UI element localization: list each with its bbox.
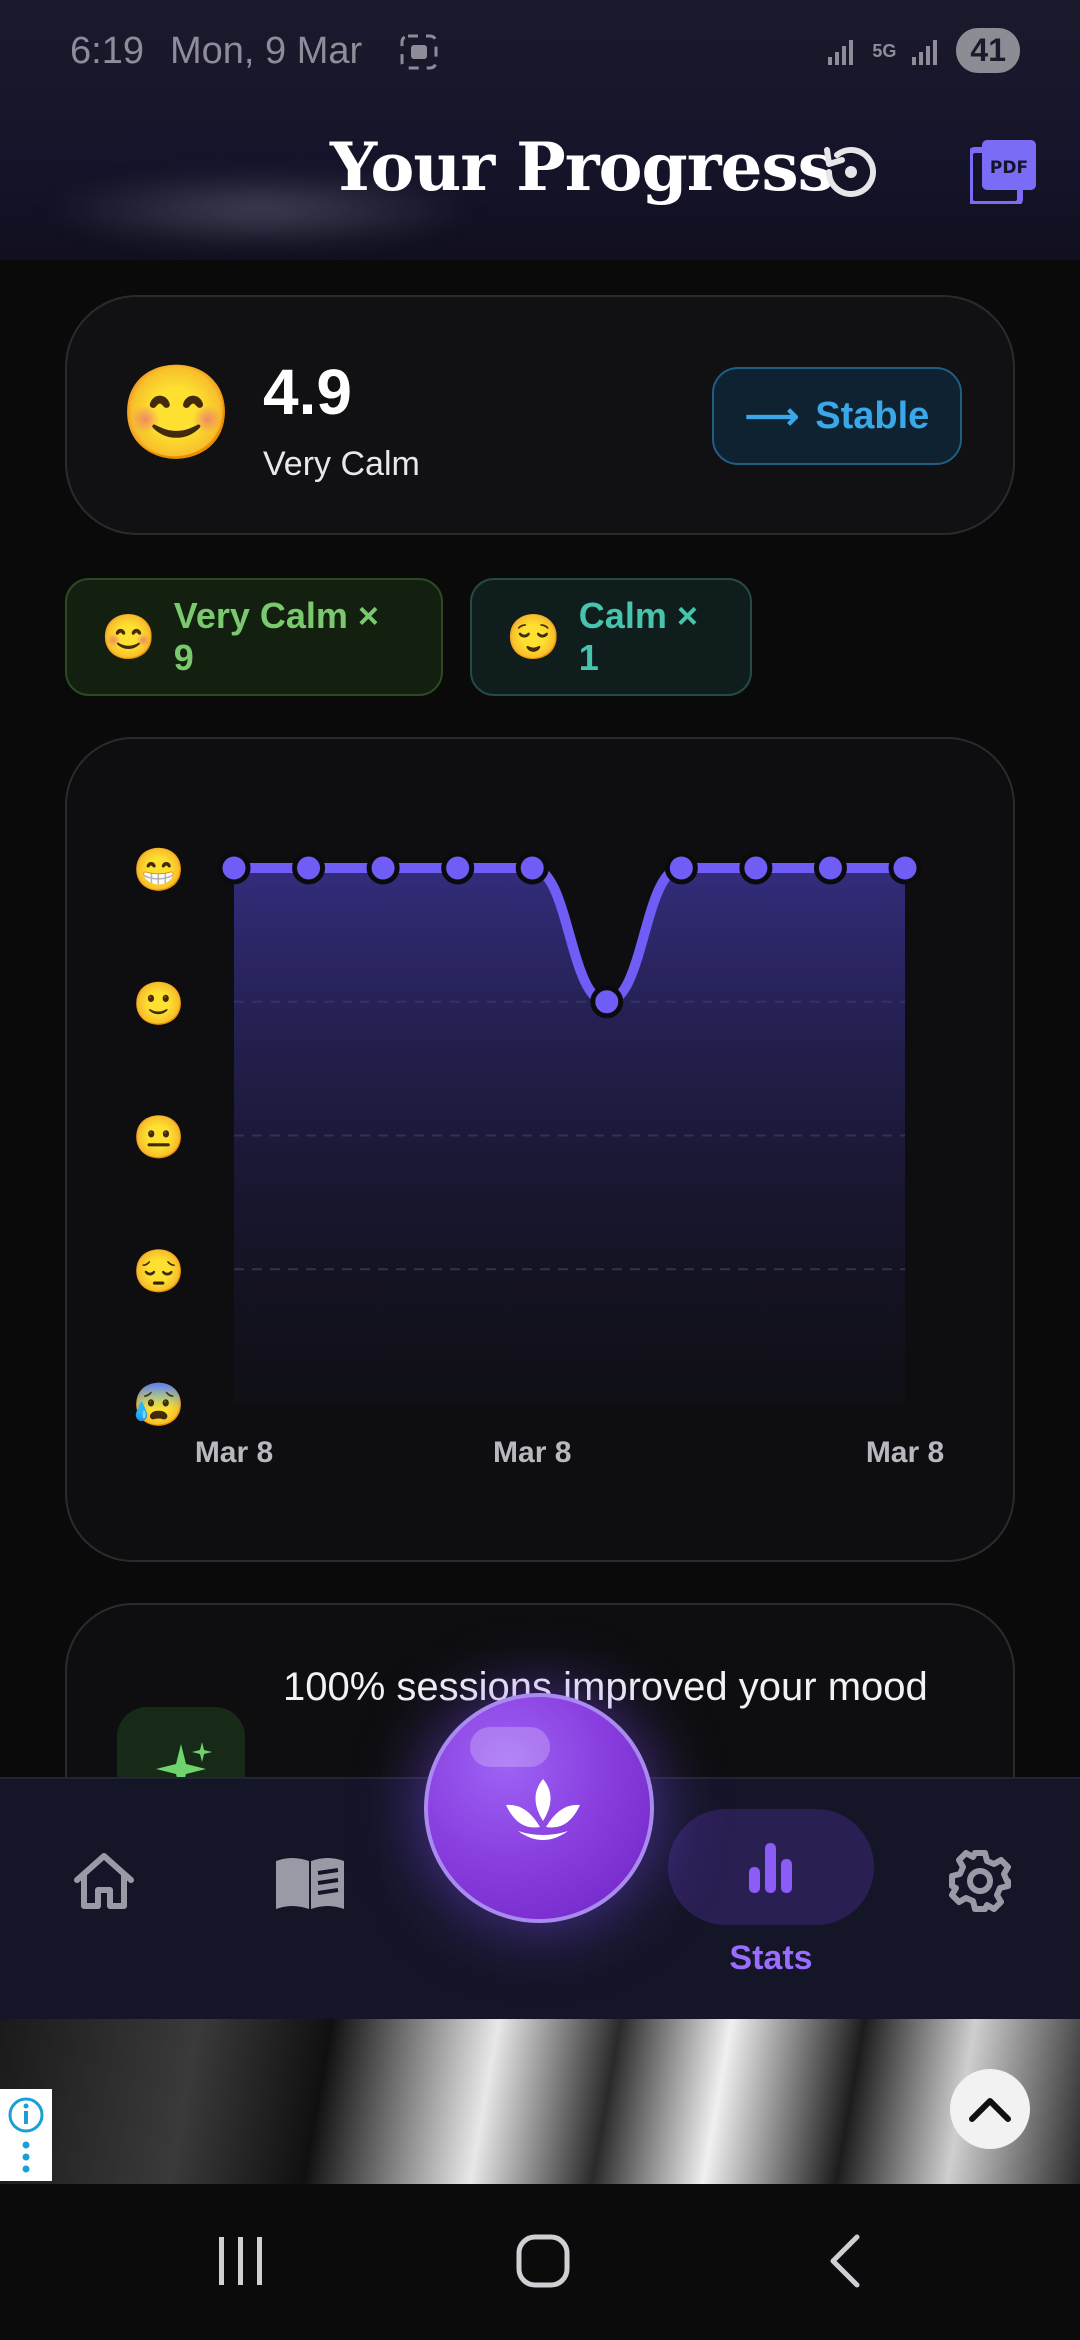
pdf-label: PDF bbox=[990, 158, 1028, 178]
status-time: 6:19 bbox=[70, 30, 144, 72]
gear-icon[interactable] bbox=[938, 1839, 1022, 1923]
average-score: 4.9 bbox=[263, 356, 352, 428]
data-point[interactable] bbox=[292, 851, 326, 885]
home-nav-icon[interactable] bbox=[515, 2233, 571, 2289]
y-tick-label: 😁 bbox=[133, 846, 185, 893]
data-point[interactable] bbox=[441, 851, 475, 885]
status-date: Mon, 9 Mar bbox=[170, 30, 363, 72]
home-icon[interactable] bbox=[62, 1839, 146, 1923]
lotus-icon bbox=[506, 1779, 580, 1840]
chip-emoji: 😌 bbox=[506, 613, 561, 662]
x-tick-label: Mar 8 bbox=[866, 1436, 944, 1469]
data-point[interactable] bbox=[590, 985, 624, 1019]
mood-count-chip[interactable]: 😊 Very Calm × 9 bbox=[65, 578, 443, 696]
mood-line-chart: 😁 🙂 😐 😔 😰 Mar 8 Mar 8 Mar 8 bbox=[133, 846, 944, 1469]
nav-stats-label: Stats bbox=[729, 1939, 813, 1977]
battery-level: 41 bbox=[956, 28, 1020, 73]
mood-emoji: 😊 bbox=[119, 362, 234, 464]
page-title: Your Progress bbox=[330, 128, 835, 206]
meditate-fab[interactable] bbox=[424, 1693, 654, 1923]
y-tick-label: 😔 bbox=[133, 1247, 185, 1294]
chevron-up-icon[interactable] bbox=[950, 2069, 1030, 2149]
history-icon[interactable] bbox=[815, 136, 887, 208]
x-tick-label: Mar 8 bbox=[493, 1436, 571, 1469]
mood-count-chip[interactable]: 😌 Calm × 1 bbox=[470, 578, 752, 696]
insight-text: 100% sessions improved your mood bbox=[283, 1665, 928, 1709]
recent-apps-icon[interactable] bbox=[215, 2233, 267, 2289]
chip-label: Very Calm × 9 bbox=[173, 595, 379, 678]
data-point[interactable] bbox=[366, 851, 400, 885]
chip-emoji: 😊 bbox=[101, 613, 156, 662]
y-tick-label: 🙂 bbox=[133, 980, 185, 1027]
network-type: 5G bbox=[872, 40, 897, 61]
y-tick-label: 😰 bbox=[133, 1381, 185, 1428]
trend-badge: ⟶ Stable bbox=[712, 367, 962, 465]
x-tick-label: Mar 8 bbox=[195, 1436, 273, 1469]
header-bar: 6:19 Mon, 9 Mar 5G 41 Your Progress PDF bbox=[0, 0, 1080, 260]
chip-label: Calm × 1 bbox=[578, 595, 698, 678]
mood-label: Very Calm bbox=[263, 445, 420, 483]
signal-icon bbox=[912, 39, 938, 65]
data-point[interactable] bbox=[515, 851, 549, 885]
data-point[interactable] bbox=[813, 851, 847, 885]
mood-chart-card: 😁 🙂 😐 😔 😰 Mar 8 Mar 8 Mar 8 bbox=[65, 737, 1015, 1562]
fab-gloss bbox=[470, 1727, 550, 1767]
y-tick-label: 😐 bbox=[133, 1114, 185, 1161]
data-point[interactable] bbox=[888, 851, 922, 885]
ad-info-icon[interactable] bbox=[0, 2089, 52, 2181]
data-point[interactable] bbox=[664, 851, 698, 885]
system-navigation-bar bbox=[0, 2185, 1080, 2340]
mood-summary-card: 😊 4.9 Very Calm ⟶ Stable bbox=[65, 295, 1015, 535]
ad-banner[interactable] bbox=[0, 2019, 1080, 2184]
bar-chart-icon bbox=[749, 1843, 792, 1893]
nav-stats-button[interactable] bbox=[668, 1809, 874, 1925]
screenshot-icon bbox=[400, 34, 438, 70]
status-icons: 5G 41 bbox=[826, 28, 1020, 73]
data-point[interactable] bbox=[217, 851, 251, 885]
book-icon[interactable] bbox=[268, 1841, 352, 1925]
signal-icon bbox=[828, 39, 854, 65]
trend-label: Stable bbox=[815, 394, 930, 437]
data-point[interactable] bbox=[739, 851, 773, 885]
arrow-right-icon: ⟶ bbox=[744, 395, 800, 438]
back-icon[interactable] bbox=[825, 2233, 865, 2289]
pdf-export-icon[interactable]: PDF bbox=[970, 140, 1036, 204]
